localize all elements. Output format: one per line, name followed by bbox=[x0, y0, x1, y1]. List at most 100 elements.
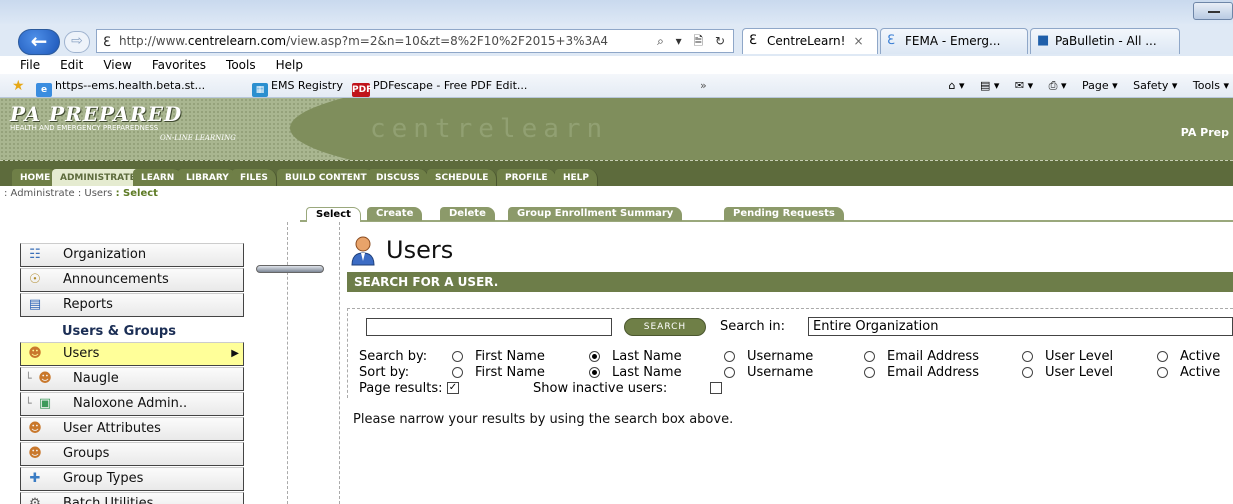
sidebar-item-label: Group Types bbox=[63, 471, 144, 486]
sidebar-item-label: Groups bbox=[63, 446, 110, 461]
address-tools[interactable]: ⌕ ▾ 🗎 ↻ bbox=[653, 30, 729, 52]
reports-icon: ▤ bbox=[28, 297, 42, 312]
sidebar-item-groups[interactable]: ☻ Groups bbox=[20, 442, 244, 466]
sidebar-heading-users-groups: Users & Groups bbox=[62, 324, 176, 339]
show-inactive-checkbox[interactable] bbox=[710, 382, 722, 394]
search-by-username-label: Username bbox=[747, 349, 814, 364]
safety-menu[interactable]: Safety ▾ bbox=[1133, 79, 1177, 92]
user-attributes-icon: ☻ bbox=[28, 421, 42, 436]
menu-view[interactable]: View bbox=[103, 56, 131, 74]
ie-icon: ℇ bbox=[887, 33, 895, 48]
back-button[interactable]: ← bbox=[18, 29, 60, 55]
panel-resize-handle[interactable] bbox=[256, 265, 324, 273]
tab-label: CentreLearn! bbox=[767, 34, 846, 48]
pabulletin-icon: ■ bbox=[1037, 33, 1050, 48]
pa-prepared-logo[interactable]: PA PREPARED HEALTH AND EMERGENCY PREPARE… bbox=[10, 104, 280, 156]
tab-fema[interactable]: ℇ FEMA - Emerg... bbox=[880, 28, 1028, 54]
mail-icon[interactable]: ✉ ▾ bbox=[1015, 79, 1033, 92]
sort-by-active-radio[interactable] bbox=[1157, 367, 1168, 378]
sort-by-user-level-radio[interactable] bbox=[1022, 367, 1033, 378]
ie-icon: ℇ bbox=[749, 33, 757, 48]
search-by-active-radio[interactable] bbox=[1157, 351, 1168, 362]
nav-tab-administrate[interactable]: ADMINISTRATE bbox=[52, 169, 145, 187]
favorite-ems-health[interactable]: e https--ems.health.beta.st... bbox=[36, 78, 205, 97]
subtab-select[interactable]: Select bbox=[306, 207, 361, 222]
sidebar-item-announcements[interactable]: ☉ Announcements bbox=[20, 268, 244, 292]
sort-by-active-label: Active bbox=[1180, 365, 1221, 380]
sort-by-first-name-label: First Name bbox=[475, 365, 545, 380]
subtab-delete[interactable]: Delete bbox=[440, 207, 495, 221]
sidebar-item-naugle[interactable]: └ ☻ Naugle bbox=[20, 367, 244, 391]
print-icon[interactable]: ⎙ ▾ bbox=[1049, 79, 1067, 92]
sort-by-username-radio[interactable] bbox=[724, 367, 735, 378]
site-right-text: PA Prep bbox=[1180, 126, 1229, 139]
search-button[interactable]: SEARCH bbox=[624, 318, 706, 336]
search-by-first-name-radio[interactable] bbox=[452, 351, 463, 362]
page-results-checkbox[interactable]: ✓ bbox=[447, 382, 459, 394]
favorite-ems-registry[interactable]: ▦ EMS Registry bbox=[252, 78, 343, 97]
nav-tab-profile[interactable]: PROFILE bbox=[497, 169, 557, 187]
expand-arrow-icon: ▶ bbox=[231, 348, 239, 359]
menu-help[interactable]: Help bbox=[276, 56, 303, 74]
sidebar-item-reports[interactable]: ▤ Reports bbox=[20, 293, 244, 317]
favorites-overflow-icon[interactable]: » bbox=[700, 78, 707, 94]
menu-edit[interactable]: Edit bbox=[60, 56, 83, 74]
sort-by-last-name-radio[interactable] bbox=[589, 367, 600, 378]
window-titlebar bbox=[0, 0, 1233, 24]
sidebar-item-user-attributes[interactable]: ☻ User Attributes bbox=[20, 417, 244, 441]
sidebar-item-organization[interactable]: ☷ Organization bbox=[20, 243, 244, 267]
search-by-user-level-radio[interactable] bbox=[1022, 351, 1033, 362]
sort-by-first-name-radio[interactable] bbox=[452, 367, 463, 378]
subtab-group-enrollment-summary[interactable]: Group Enrollment Summary bbox=[508, 207, 683, 221]
tab-label: FEMA - Emerg... bbox=[905, 34, 1001, 48]
nav-tab-library[interactable]: LIBRARY bbox=[178, 169, 238, 187]
sidebar-item-users[interactable]: ☻ Users ▶ bbox=[20, 342, 244, 366]
breadcrumb-users[interactable]: : Users bbox=[78, 188, 113, 199]
sidebar-item-label: Naugle bbox=[73, 371, 119, 386]
close-tab-icon[interactable]: × bbox=[853, 34, 863, 48]
nav-tab-discuss[interactable]: DISCUSS bbox=[368, 169, 429, 187]
favorites-star-icon[interactable]: ★ bbox=[12, 78, 25, 94]
user-icon: ☻ bbox=[38, 371, 52, 386]
search-by-active-label: Active bbox=[1180, 349, 1221, 364]
sidebar-item-label: Batch Utilities bbox=[63, 496, 154, 504]
nav-tab-learn[interactable]: LEARN bbox=[133, 169, 184, 187]
feeds-icon[interactable]: ▤ ▾ bbox=[980, 79, 999, 92]
minimize-button[interactable] bbox=[1193, 2, 1233, 20]
menu-favorites[interactable]: Favorites bbox=[152, 56, 206, 74]
search-input[interactable] bbox=[366, 318, 612, 336]
nav-tab-help[interactable]: HELP bbox=[555, 169, 599, 187]
address-bar[interactable]: ℇ http://www.centrelearn.com/view.asp?m=… bbox=[96, 29, 734, 53]
group-types-icon: ✚ bbox=[29, 471, 41, 486]
sort-by-email-radio[interactable] bbox=[864, 367, 875, 378]
forward-button[interactable]: ⇨ bbox=[64, 31, 90, 53]
search-by-email-label: Email Address bbox=[887, 349, 979, 364]
sidebar-item-naloxone-admin[interactable]: └ ▣ Naloxone Admin.. bbox=[20, 392, 244, 416]
page-menu[interactable]: Page ▾ bbox=[1082, 79, 1118, 92]
search-by-email-radio[interactable] bbox=[864, 351, 875, 362]
search-in-select[interactable]: Entire Organization bbox=[808, 317, 1233, 336]
favorite-pdfescape[interactable]: PDFPDFescape - Free PDF Edit... bbox=[352, 78, 527, 97]
sidebar-item-batch-utilities[interactable]: ⚙ Batch Utilities bbox=[20, 492, 244, 504]
tab-centrelearn[interactable]: ℇ CentreLearn! × bbox=[742, 28, 878, 54]
registry-icon: ▦ bbox=[252, 83, 268, 97]
sidebar-item-label: Users bbox=[63, 346, 100, 361]
nav-tab-files[interactable]: FILES bbox=[232, 169, 277, 187]
breadcrumb-administrate[interactable]: : Administrate bbox=[4, 188, 75, 199]
breadcrumb: : Administrate : Users : Select bbox=[0, 186, 1233, 202]
search-by-username-radio[interactable] bbox=[724, 351, 735, 362]
nav-tab-schedule[interactable]: SCHEDULE bbox=[427, 169, 498, 187]
home-icon[interactable]: ⌂ ▾ bbox=[948, 79, 964, 92]
tools-menu[interactable]: Tools ▾ bbox=[1193, 79, 1229, 92]
ie-page-icon: e bbox=[36, 83, 52, 97]
tab-pabulletin[interactable]: ■ PaBulletin - All ... bbox=[1030, 28, 1180, 54]
menu-tools[interactable]: Tools bbox=[226, 56, 256, 74]
nav-tab-build-content[interactable]: BUILD CONTENT bbox=[277, 169, 376, 187]
menu-file[interactable]: File bbox=[20, 56, 40, 74]
url-domain: centrelearn.com bbox=[187, 34, 287, 48]
subtab-pending-requests[interactable]: Pending Requests bbox=[724, 207, 844, 221]
subtab-create[interactable]: Create bbox=[367, 207, 423, 221]
search-by-last-name-radio[interactable] bbox=[589, 351, 600, 362]
sidebar-item-group-types[interactable]: ✚ Group Types bbox=[20, 467, 244, 491]
section-header: SEARCH FOR A USER. bbox=[347, 272, 1233, 292]
